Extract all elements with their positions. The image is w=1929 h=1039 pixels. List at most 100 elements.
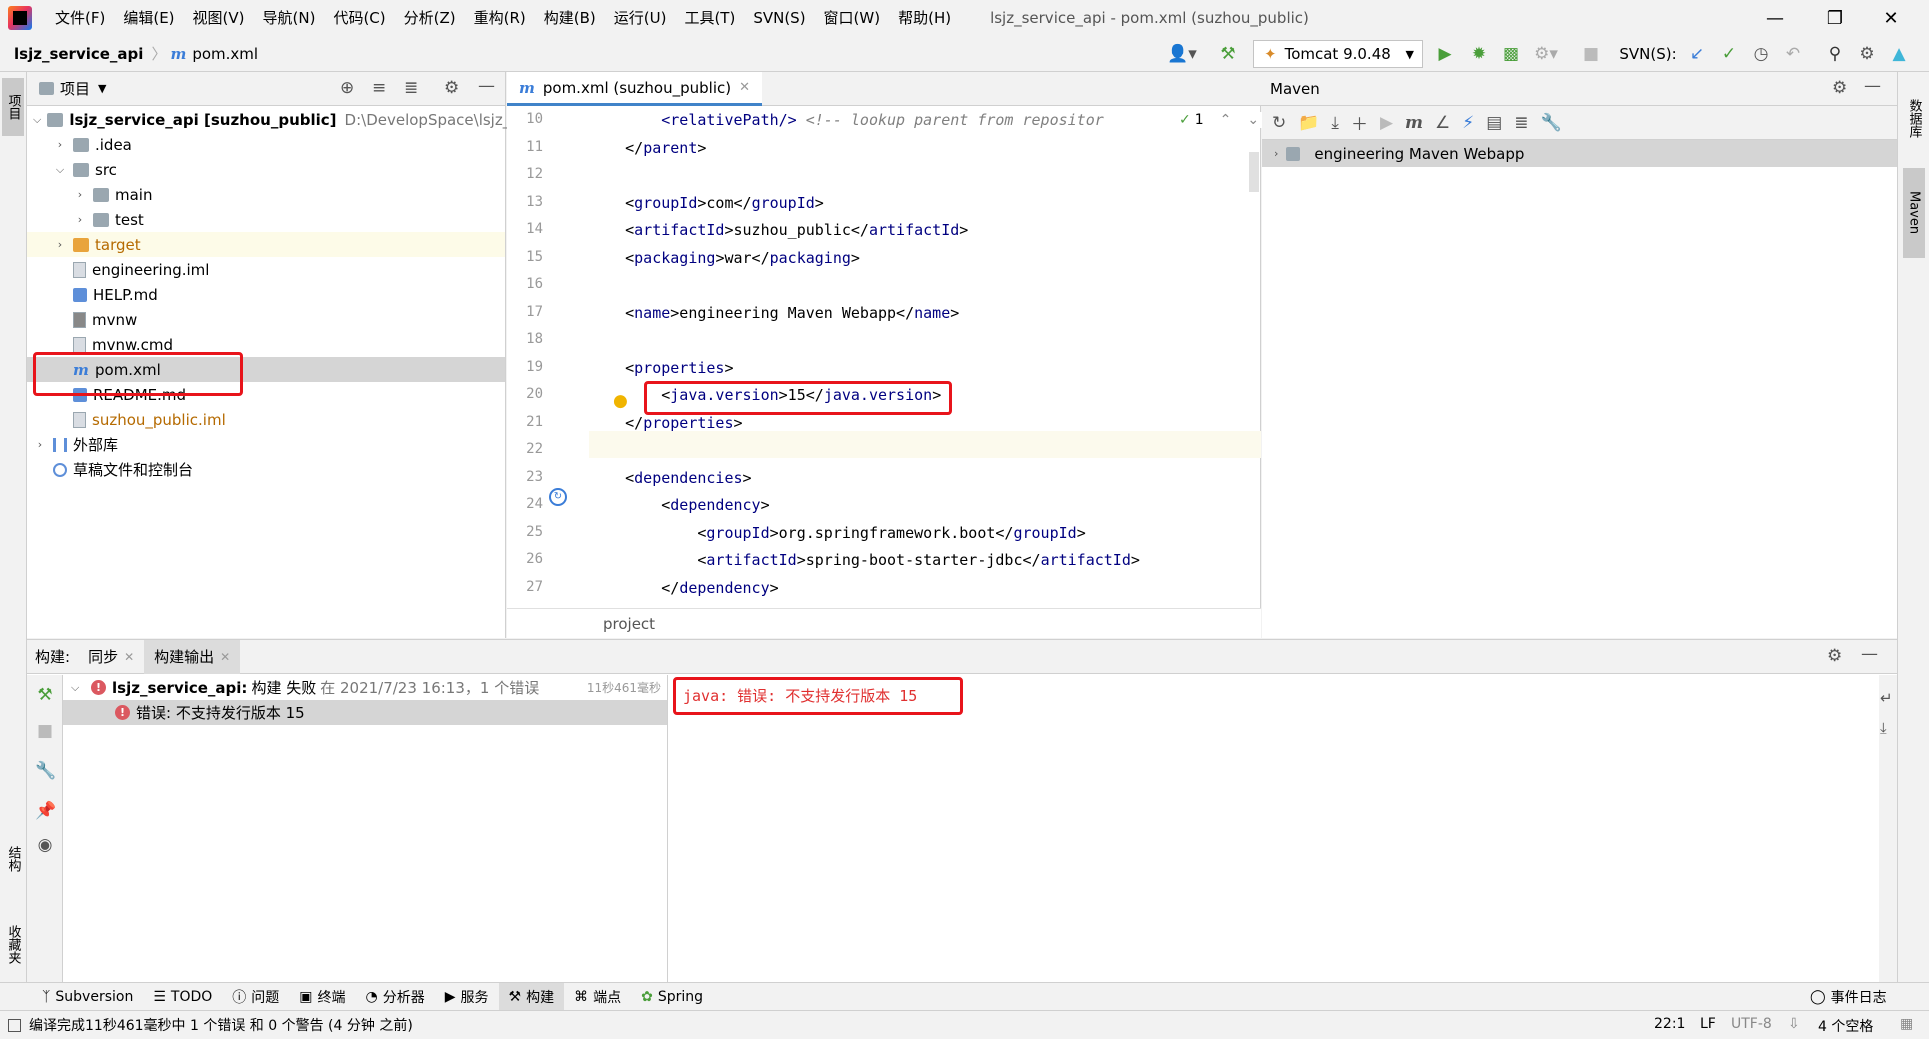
tool-tab-todo[interactable]: ☰ TODO bbox=[143, 983, 222, 1011]
reload-icon[interactable]: ↻ bbox=[1272, 113, 1286, 133]
chevron-right-icon[interactable]: › bbox=[53, 138, 67, 151]
dependency-gutter-icon[interactable]: ↻ bbox=[549, 488, 567, 506]
chevron-down-icon[interactable]: ⌵ bbox=[33, 113, 41, 127]
hide-panel-icon[interactable]: — bbox=[478, 76, 495, 96]
svn-update-icon[interactable]: ↙ bbox=[1684, 40, 1710, 68]
editor-breadcrumb[interactable]: project bbox=[507, 608, 1261, 638]
build-output-console[interactable]: java: 错误: 不支持发行版本 15 bbox=[669, 675, 1879, 983]
tree-item-idea[interactable]: › .idea bbox=[27, 132, 505, 157]
menu-build[interactable]: 构建(B) bbox=[535, 0, 605, 36]
menu-tools[interactable]: 工具(T) bbox=[675, 0, 744, 36]
run-configuration-selector[interactable]: ✦ Tomcat 9.0.48 ▼ bbox=[1253, 40, 1423, 68]
database-tool-tab[interactable]: 数据库 bbox=[1903, 78, 1925, 158]
tool-tab-build[interactable]: ⚒ 构建 bbox=[498, 982, 565, 1011]
skip-tests-icon[interactable]: ⚡ bbox=[1462, 113, 1474, 133]
rebuild-icon[interactable]: ⚒ bbox=[35, 685, 55, 705]
file-encoding[interactable]: UTF-8 bbox=[1731, 1016, 1772, 1032]
coverage-icon[interactable]: ▩ bbox=[1498, 40, 1524, 68]
tool-tab-endpoints[interactable]: ⌘ 端点 bbox=[564, 983, 631, 1011]
chevron-right-icon[interactable]: › bbox=[33, 438, 47, 451]
close-icon[interactable]: ✕ bbox=[1863, 0, 1919, 36]
lightbulb-icon[interactable]: ● bbox=[613, 391, 628, 411]
hide-panel-icon[interactable]: — bbox=[1861, 644, 1878, 664]
show-dependencies-icon[interactable]: ▤ bbox=[1486, 113, 1502, 133]
settings-gear-icon[interactable]: ⚙ bbox=[1832, 78, 1847, 98]
settings-gear-icon[interactable]: ⚙ bbox=[1854, 40, 1880, 68]
indent-setting[interactable]: 4 个空格 bbox=[1818, 1016, 1873, 1036]
chevron-right-icon[interactable]: › bbox=[73, 188, 87, 201]
settings-gear-icon[interactable]: ⚙ bbox=[444, 78, 459, 98]
panel-toggle-icon[interactable] bbox=[8, 1018, 21, 1032]
tree-item-engineering-iml[interactable]: engineering.iml bbox=[27, 257, 505, 282]
breadcrumb-project[interactable]: lsjz_service_api bbox=[14, 45, 143, 63]
generate-sources-icon[interactable]: 📁 bbox=[1298, 113, 1319, 133]
tree-item-pom-xml[interactable]: m pom.xml bbox=[27, 357, 505, 382]
add-icon[interactable]: ＋ bbox=[1351, 110, 1368, 135]
menu-window[interactable]: 窗口(W) bbox=[815, 0, 890, 36]
maven-project-row[interactable]: › engineering Maven Webapp bbox=[1262, 140, 1929, 167]
menu-file[interactable]: 文件(F) bbox=[46, 0, 114, 36]
tool-tab-spring[interactable]: ✿ Spring bbox=[631, 983, 713, 1011]
chevron-right-icon[interactable]: › bbox=[1274, 147, 1278, 160]
chevron-down-icon[interactable]: ⌄ bbox=[1247, 112, 1259, 128]
close-tab-icon[interactable]: ✕ bbox=[739, 80, 750, 95]
project-panel-title[interactable]: 项目 bbox=[60, 78, 90, 99]
collapse-all-icon[interactable]: ≣ bbox=[1514, 113, 1528, 133]
eye-icon[interactable]: ◉ bbox=[35, 835, 55, 855]
caret-position[interactable]: 22:1 bbox=[1654, 1016, 1685, 1032]
tab-build-output[interactable]: 构建输出 ✕ bbox=[144, 639, 241, 674]
tree-item-main[interactable]: › main bbox=[27, 182, 505, 207]
tree-item-help-md[interactable]: HELP.md bbox=[27, 282, 505, 307]
wrench-icon[interactable]: 🔧 bbox=[1541, 113, 1562, 133]
tree-item-suzhou-iml[interactable]: suzhou_public.iml bbox=[27, 407, 505, 432]
chevron-down-icon[interactable]: ▼ bbox=[98, 82, 106, 95]
menu-edit[interactable]: 编辑(E) bbox=[114, 0, 183, 36]
menu-analyze[interactable]: 分析(Z) bbox=[395, 0, 465, 36]
soft-wrap-icon[interactable]: ↵ bbox=[1880, 689, 1893, 707]
tree-item-target[interactable]: › target bbox=[27, 232, 505, 257]
editor-tab-pom[interactable]: m pom.xml (suzhou_public) ✕ bbox=[507, 72, 763, 106]
line-separator[interactable]: LF bbox=[1700, 1016, 1716, 1032]
tree-item-scratches[interactable]: 草稿文件和控制台 bbox=[27, 457, 505, 482]
tree-item-mvnw[interactable]: mvnw bbox=[27, 307, 505, 332]
wrench-icon[interactable]: 🔧 bbox=[35, 761, 56, 781]
menu-view[interactable]: 视图(V) bbox=[184, 0, 254, 36]
chevron-up-icon[interactable]: ⌃ bbox=[1220, 112, 1232, 128]
menu-navigate[interactable]: 导航(N) bbox=[254, 0, 325, 36]
collapse-all-icon[interactable]: ≣ bbox=[404, 78, 418, 98]
lock-icon[interactable]: ⇩ bbox=[1788, 1016, 1800, 1032]
breadcrumb-file[interactable]: pom.xml bbox=[192, 45, 258, 63]
chevron-down-icon[interactable]: ⌵ bbox=[71, 681, 85, 695]
pin-icon[interactable]: 📌 bbox=[35, 801, 56, 821]
close-tab-icon[interactable]: ✕ bbox=[124, 650, 134, 664]
structure-tool-tab[interactable]: 结构 bbox=[2, 824, 24, 894]
close-tab-icon[interactable]: ✕ bbox=[220, 650, 230, 664]
build-error-row[interactable]: ! 错误: 不支持发行版本 15 bbox=[63, 700, 667, 725]
code-area[interactable]: <relativePath/> <!-- lookup parent from … bbox=[589, 107, 1261, 602]
debug-icon[interactable]: ✹ bbox=[1466, 40, 1492, 68]
chevron-right-icon[interactable]: › bbox=[73, 213, 87, 226]
user-icon[interactable]: 👤▾ bbox=[1164, 40, 1200, 68]
tree-item-test[interactable]: › test bbox=[27, 207, 505, 232]
tool-tab-event-log[interactable]: ◯ 事件日志 bbox=[1800, 983, 1897, 1011]
stop-icon[interactable]: ■ bbox=[35, 721, 55, 741]
tool-tab-profiler[interactable]: ◔ 分析器 bbox=[356, 983, 435, 1011]
run-icon[interactable]: ▶ bbox=[1432, 40, 1458, 68]
svn-commit-icon[interactable]: ✓ bbox=[1716, 40, 1742, 68]
toggle-offline-icon[interactable]: ∠ bbox=[1435, 113, 1450, 133]
tree-item-readme-md[interactable]: README.md bbox=[27, 382, 505, 407]
expand-all-icon[interactable]: ≡ bbox=[372, 78, 386, 98]
scroll-to-end-icon[interactable]: ⤓ bbox=[1880, 719, 1887, 737]
tree-item-root[interactable]: ⌵ lsjz_service_api [suzhou_public] D:\De… bbox=[27, 107, 533, 132]
stop-icon[interactable]: ■ bbox=[1578, 40, 1604, 68]
tab-sync[interactable]: 同步 ✕ bbox=[78, 640, 144, 674]
chevron-right-icon[interactable]: › bbox=[53, 238, 67, 251]
settings-gear-icon[interactable]: ⚙ bbox=[1827, 646, 1842, 666]
maven-tool-tab[interactable]: Maven bbox=[1903, 168, 1925, 258]
toolbox-icon[interactable]: ▲ bbox=[1886, 40, 1912, 68]
minimize-icon[interactable]: — bbox=[1747, 0, 1803, 36]
build-result-row[interactable]: ⌵ ! lsjz_service_api: 构建 失败 在 2021/7/23 … bbox=[63, 675, 667, 700]
menu-code[interactable]: 代码(C) bbox=[324, 0, 394, 36]
locate-icon[interactable]: ⊕ bbox=[340, 78, 354, 98]
menu-run[interactable]: 运行(U) bbox=[605, 0, 676, 36]
